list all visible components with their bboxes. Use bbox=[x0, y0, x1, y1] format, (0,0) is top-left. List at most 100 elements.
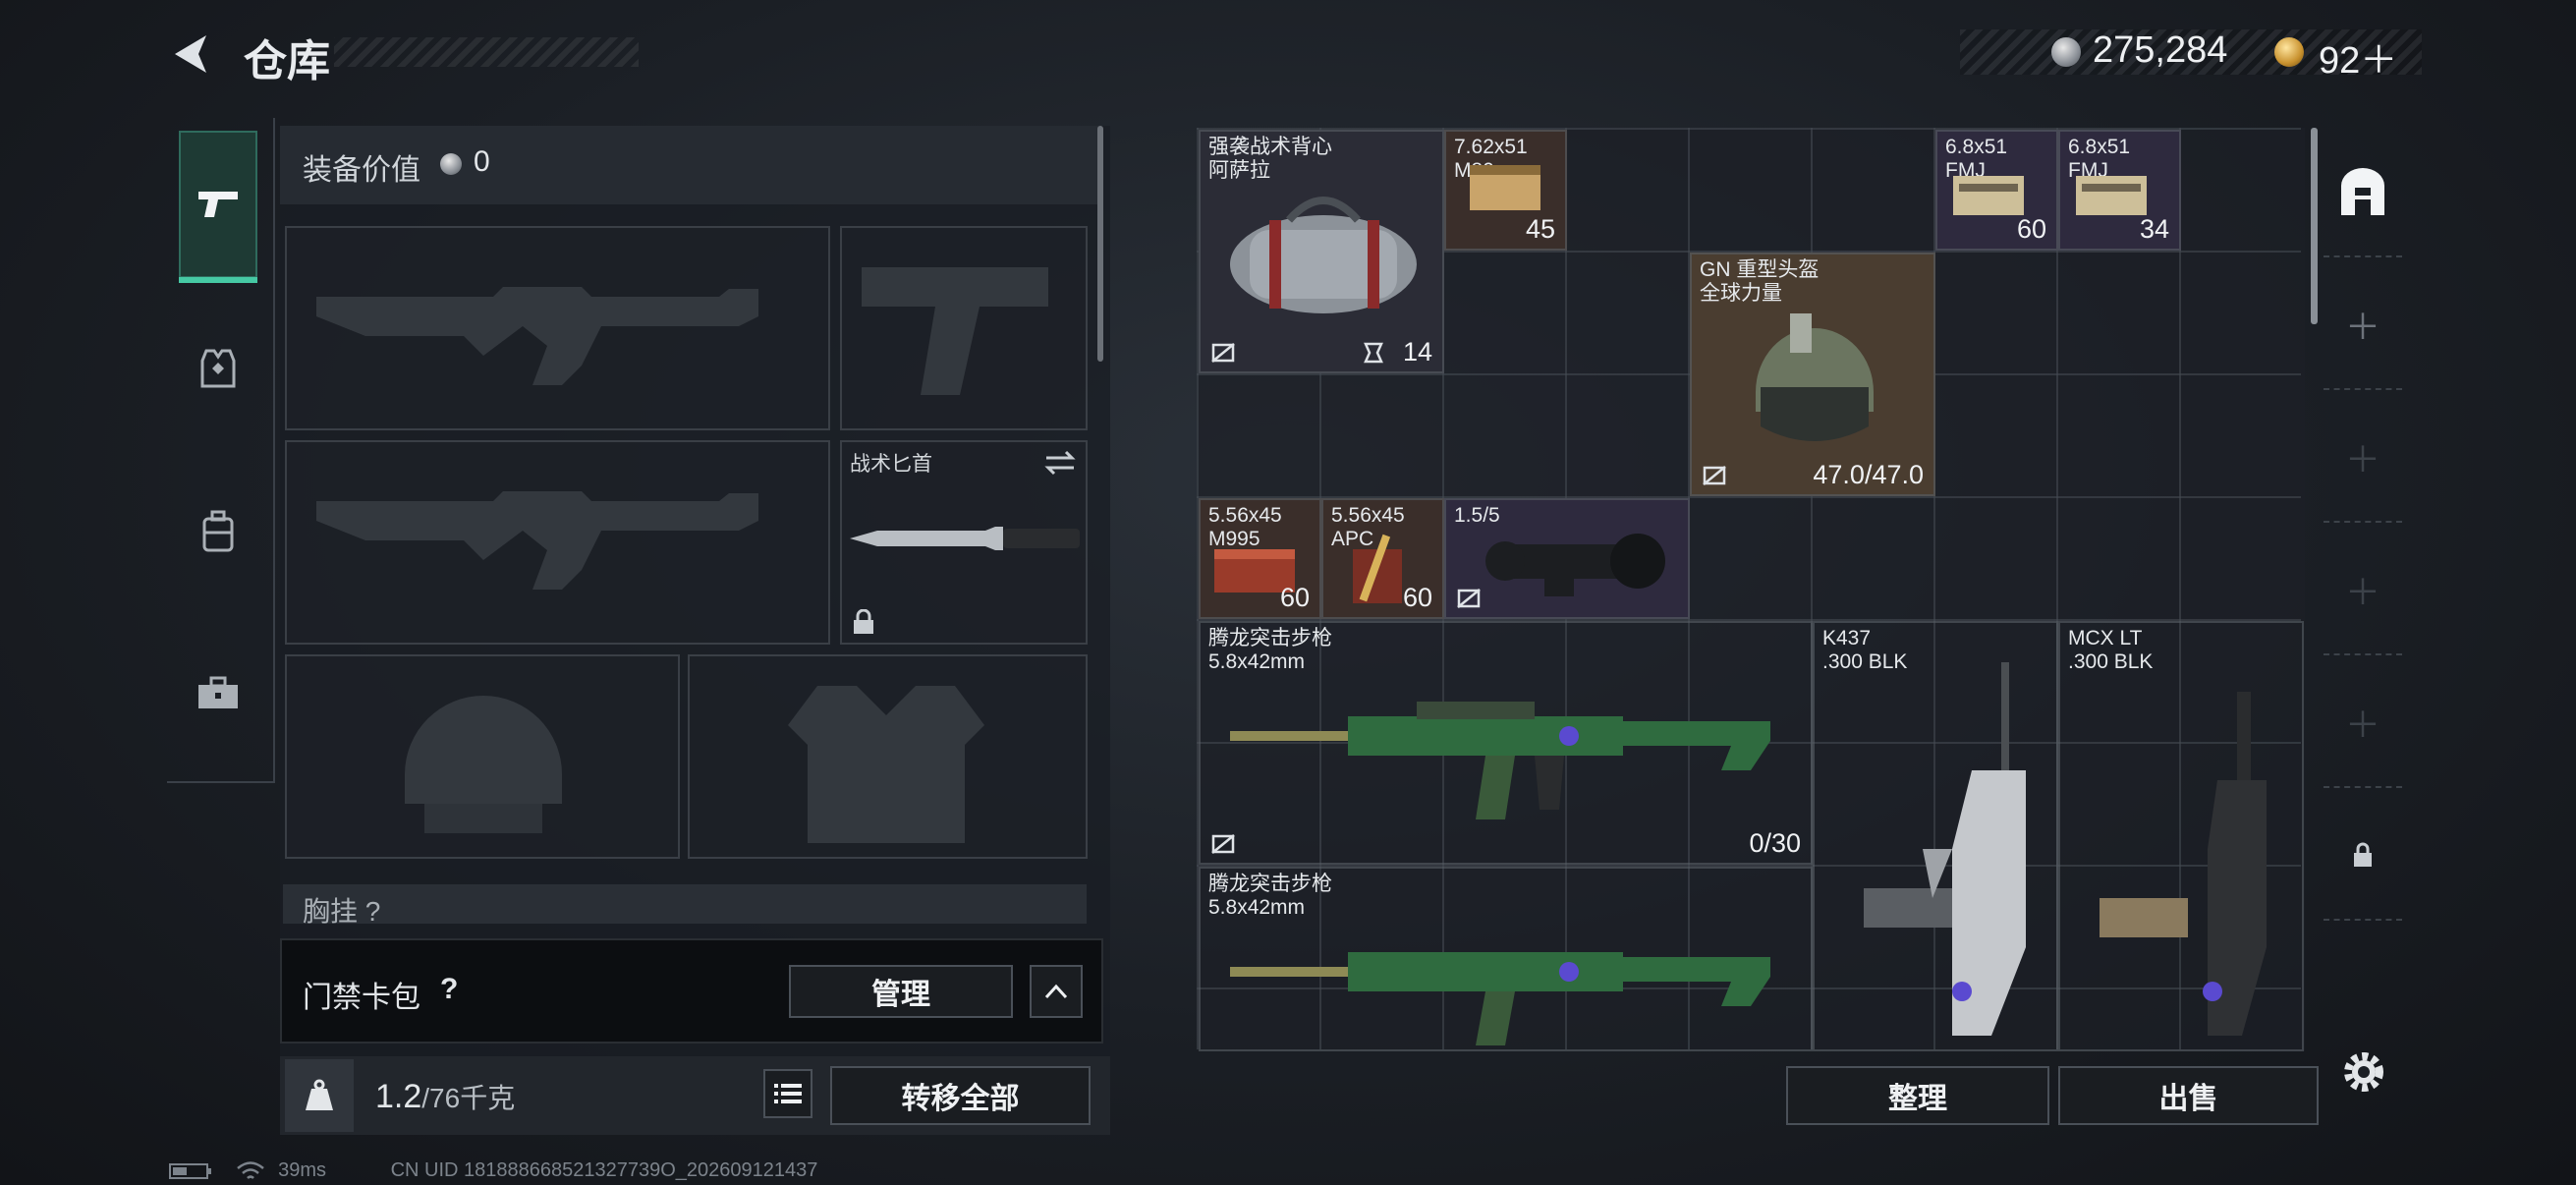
chest-rig-slot[interactable] bbox=[283, 884, 1087, 924]
stash-item-ammo-68-b[interactable]: 6.8x51 FMJ 34 bbox=[2058, 130, 2181, 251]
silver-currency-amount: 275,284 bbox=[2093, 29, 2228, 71]
battery-icon bbox=[169, 1162, 211, 1179]
stash-item-rifle-k437[interactable]: K437 .300 BLK bbox=[1813, 621, 2058, 1051]
item-quantity: 45 bbox=[1525, 214, 1555, 244]
weight-kg-icon bbox=[285, 1059, 354, 1132]
gold-currency-amount[interactable]: 92＋ bbox=[2319, 29, 2397, 84]
stash-item-ammo-762[interactable]: 7.62x51 M80 45 bbox=[1444, 130, 1567, 251]
back-arrow-icon[interactable] bbox=[167, 29, 216, 79]
help-icon[interactable]: ? bbox=[440, 973, 458, 1006]
title-decoration bbox=[334, 37, 639, 67]
stash-item-ammo-68-a[interactable]: 6.8x51 FMJ 60 bbox=[1935, 130, 2058, 251]
no-insurance-icon bbox=[1211, 834, 1235, 854]
status-bar: 39ms CN UID 181888668521327739O_20260912… bbox=[169, 1159, 817, 1182]
rifle-silhouette-icon bbox=[316, 491, 758, 590]
stash-container-tab[interactable] bbox=[2324, 128, 2402, 257]
stash-item-ammo-556-m995[interactable]: 5.56x45 M995 60 bbox=[1199, 498, 1321, 619]
durability-icon bbox=[1364, 342, 1383, 364]
add-container-slot[interactable]: ＋ bbox=[2324, 658, 2402, 788]
user-uid: CN UID 181888668521327739O_202609121437 bbox=[390, 1159, 818, 1181]
silver-coin-icon bbox=[2051, 37, 2081, 67]
body-armor-slot[interactable] bbox=[688, 654, 1088, 859]
carry-weight: 1.2/76千克 bbox=[375, 1077, 515, 1116]
vest-silhouette-icon bbox=[788, 686, 984, 843]
lock-icon bbox=[2354, 842, 2372, 867]
stash-item-tactical-vest[interactable]: 强袭战术背心 阿萨拉 14 bbox=[1199, 130, 1444, 373]
helmet-icon bbox=[1756, 313, 1874, 441]
loadout-scrollbar[interactable] bbox=[1097, 126, 1103, 362]
duffel-bag-icon bbox=[1230, 197, 1417, 313]
keycard-pack-label: 门禁卡包 bbox=[303, 982, 420, 1014]
item-ammo-count: 0/30 bbox=[1749, 828, 1801, 858]
stash-item-ammo-556-apc[interactable]: 5.56x45 APC 60 bbox=[1321, 498, 1444, 619]
tab-toolbox[interactable] bbox=[179, 619, 257, 766]
active-tab-indicator bbox=[179, 277, 257, 283]
sell-button[interactable]: 出售 bbox=[2058, 1066, 2319, 1125]
chest-rig-label: 胸挂 ? bbox=[303, 896, 381, 927]
no-insurance-icon bbox=[1703, 466, 1726, 485]
list-icon bbox=[774, 1084, 802, 1103]
pistol-slot[interactable] bbox=[840, 226, 1088, 430]
item-quantity: 14 bbox=[1402, 337, 1432, 367]
vest-icon bbox=[200, 349, 236, 388]
item-quantity: 34 bbox=[2139, 214, 2169, 244]
primary-weapon-slot[interactable] bbox=[285, 226, 830, 430]
item-durability: 47.0/47.0 bbox=[1813, 460, 1924, 489]
assault-rifle-icon bbox=[1230, 702, 1770, 819]
add-container-slot[interactable]: ＋ bbox=[2324, 526, 2402, 655]
scope-icon bbox=[1485, 534, 1665, 596]
stash-item-scope[interactable]: 1.5/5 bbox=[1444, 498, 1690, 619]
equipment-value: 0 bbox=[474, 145, 490, 178]
silver-coin-icon bbox=[440, 153, 462, 175]
stash-scrollbar[interactable] bbox=[2311, 128, 2318, 324]
tab-armor[interactable] bbox=[179, 295, 257, 442]
equipment-value-label: 装备价值 bbox=[303, 154, 420, 187]
stash-item-rifle-tenglong-a[interactable]: 腾龙突击步枪 5.8x42mm 0/30 bbox=[1199, 621, 1813, 865]
knife-slot-label: 战术匕首 bbox=[850, 453, 932, 476]
helmet-slot[interactable] bbox=[285, 654, 680, 859]
item-quantity: 60 bbox=[2016, 214, 2046, 244]
ping-value: 39ms bbox=[278, 1159, 327, 1181]
item-quantity: 60 bbox=[1402, 583, 1432, 612]
pistol-silhouette-icon bbox=[862, 267, 1048, 395]
sort-button[interactable]: 整理 bbox=[1786, 1066, 2049, 1125]
locked-container-slot[interactable] bbox=[2324, 791, 2402, 921]
page-title: 仓库 bbox=[244, 37, 330, 85]
item-quantity: 60 bbox=[1279, 583, 1310, 612]
tactical-knife-icon bbox=[850, 527, 1080, 550]
backpack-icon bbox=[202, 510, 234, 552]
helmet-silhouette-icon bbox=[405, 696, 562, 833]
container-column: ＋ ＋ ＋ ＋ bbox=[2324, 128, 2402, 1051]
list-view-button[interactable] bbox=[763, 1069, 812, 1118]
manage-button[interactable]: 管理 bbox=[789, 965, 1013, 1018]
ammo-box-icon bbox=[1470, 165, 1540, 210]
carry-weight-value: 1.2 bbox=[375, 1078, 422, 1115]
wifi-icon bbox=[236, 1160, 264, 1179]
no-insurance-icon bbox=[1211, 343, 1235, 363]
rifle-vertical-icon bbox=[1864, 662, 2026, 1036]
chevron-up-icon bbox=[1044, 984, 1068, 999]
carry-weight-capacity: /76千克 bbox=[421, 1083, 516, 1113]
tab-weapons[interactable] bbox=[179, 131, 257, 278]
stash-item-rifle-tenglong-b[interactable]: 腾龙突击步枪 5.8x42mm bbox=[1199, 867, 1813, 1051]
secondary-weapon-slot[interactable] bbox=[285, 440, 830, 645]
assault-rifle-icon bbox=[1230, 952, 1770, 1045]
transfer-all-button[interactable]: 转移全部 bbox=[830, 1066, 1091, 1125]
toolbox-icon bbox=[198, 676, 238, 708]
stash-icon bbox=[2341, 168, 2384, 215]
tab-backpack[interactable] bbox=[179, 457, 257, 604]
stash-item-heavy-helmet[interactable]: GN 重型头盔 全球力量 47.0/47.0 bbox=[1690, 253, 1935, 496]
swap-icon[interactable] bbox=[1042, 448, 1078, 478]
stash-item-rifle-mcx-lt[interactable]: MCX LT .300 BLK bbox=[2058, 621, 2304, 1051]
rifle-silhouette-icon bbox=[316, 287, 758, 385]
rifle-vertical-icon bbox=[2100, 692, 2267, 1036]
add-container-slot[interactable]: ＋ bbox=[2324, 260, 2402, 390]
expand-button[interactable] bbox=[1030, 965, 1083, 1018]
lock-icon bbox=[854, 609, 873, 634]
settings-gear-icon[interactable] bbox=[2338, 1046, 2389, 1098]
item-name: 强袭战术背心 阿萨拉 bbox=[1208, 136, 1332, 182]
no-insurance-icon bbox=[1457, 589, 1481, 608]
gold-coin-icon bbox=[2274, 37, 2304, 67]
add-container-slot[interactable]: ＋ bbox=[2324, 393, 2402, 523]
knife-slot[interactable]: 战术匕首 bbox=[840, 440, 1088, 645]
